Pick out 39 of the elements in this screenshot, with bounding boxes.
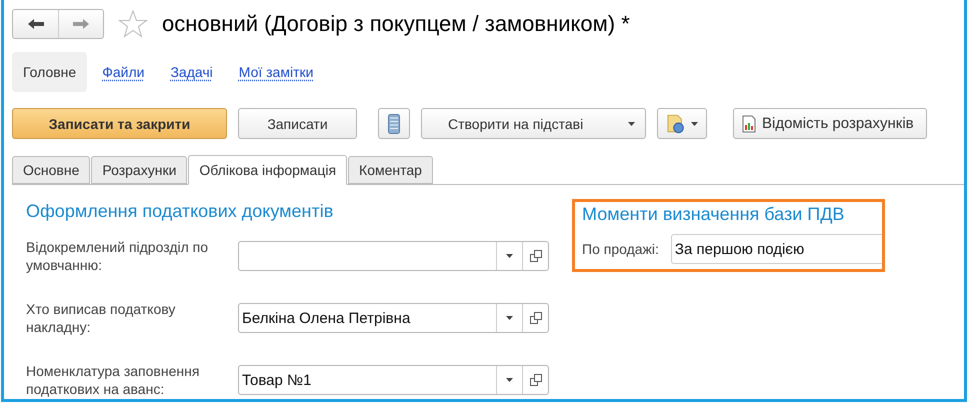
section-link[interactable]: Мої замітки bbox=[228, 52, 324, 92]
select-field[interactable]: Белкіна Олена Петрівна bbox=[238, 303, 549, 333]
window-title: основний (Договір з покупцем / замовником) * bbox=[162, 11, 630, 37]
open-icon bbox=[530, 250, 542, 262]
field-label: Номенклатура заповнення податкових на аванс: bbox=[26, 362, 200, 398]
select-field[interactable] bbox=[238, 241, 549, 271]
open-icon bbox=[530, 374, 542, 386]
field-label: По продажі: bbox=[582, 241, 659, 257]
field-label: Хто виписав податкову накладну: bbox=[26, 300, 176, 336]
caret-icon bbox=[691, 122, 698, 126]
list-icon bbox=[388, 114, 400, 134]
tab[interactable]: Основне bbox=[12, 156, 90, 184]
create-based-button[interactable]: Створити на підставі bbox=[421, 108, 646, 139]
tab[interactable]: Розрахунки bbox=[91, 156, 188, 184]
section-heading: Моменти визначення бази ПДВ bbox=[582, 204, 846, 225]
input-field[interactable]: За першою подією bbox=[670, 234, 882, 264]
caret-icon bbox=[506, 254, 513, 258]
tab[interactable]: Коментар bbox=[348, 156, 433, 184]
report-icon bbox=[742, 114, 756, 132]
document-globe-icon bbox=[666, 114, 686, 134]
document-menu-button[interactable] bbox=[657, 108, 707, 139]
tab[interactable]: Облікова інформація bbox=[188, 155, 348, 185]
save-close-button[interactable]: Записати та закрити bbox=[12, 108, 227, 139]
report-button[interactable]: Відомість розрахунків bbox=[733, 108, 927, 139]
caret-icon bbox=[506, 316, 513, 320]
star-icon[interactable] bbox=[118, 10, 148, 38]
section-link[interactable]: Файли bbox=[91, 52, 156, 92]
section-link[interactable]: Задачі bbox=[159, 52, 224, 92]
save-button[interactable]: Записати bbox=[238, 108, 357, 139]
select-field[interactable]: Товар №1 bbox=[238, 365, 549, 395]
list-button[interactable] bbox=[378, 108, 410, 139]
forward-arrow-icon bbox=[73, 19, 89, 29]
section-heading: Оформлення податкових документів bbox=[26, 201, 334, 222]
open-icon bbox=[530, 312, 542, 324]
section-link[interactable]: Головне bbox=[12, 52, 88, 92]
caret-icon bbox=[506, 378, 513, 382]
caret-icon bbox=[628, 122, 635, 126]
back-arrow-icon bbox=[28, 19, 44, 29]
field-label: Відокремлений підрозділ по умовчанню: bbox=[26, 238, 210, 274]
